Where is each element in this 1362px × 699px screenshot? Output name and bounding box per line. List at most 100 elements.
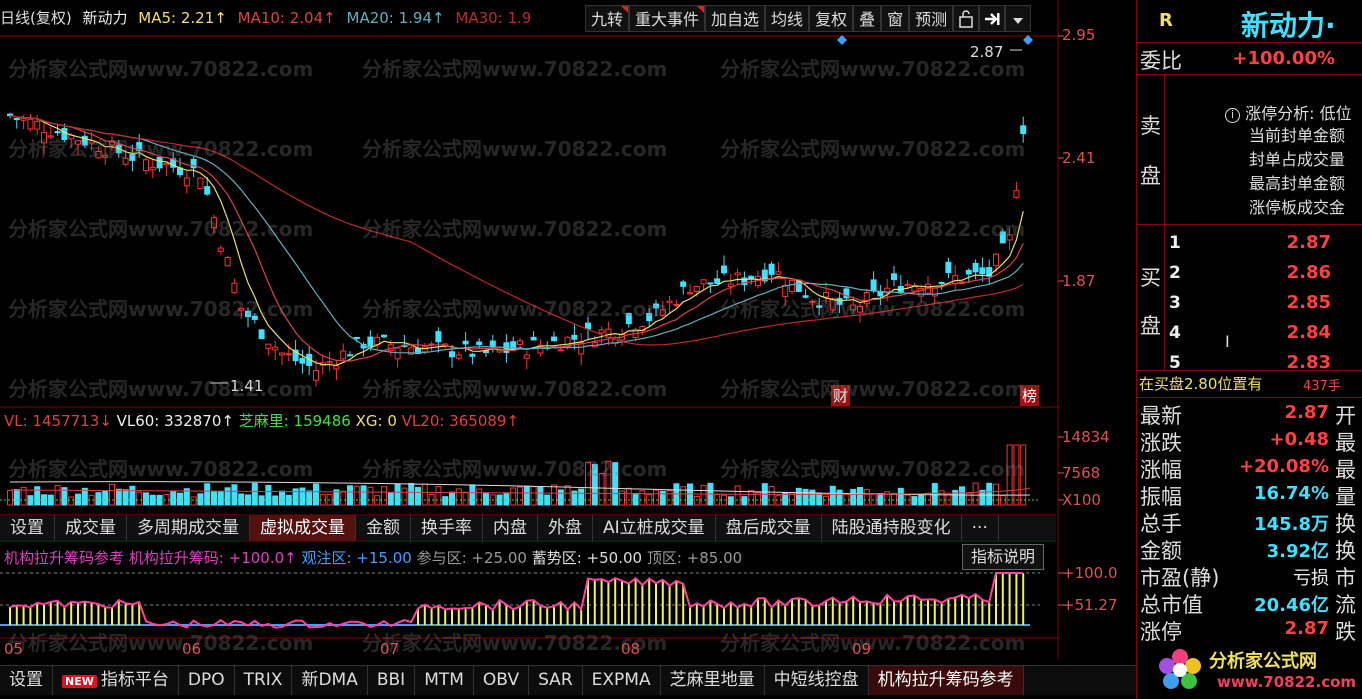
tab2-expma[interactable]: EXPMA — [583, 666, 661, 695]
kline-chart[interactable] — [0, 0, 1136, 699]
tab-settings[interactable]: 设置 — [0, 515, 55, 541]
tab-inner-volume[interactable]: 内盘 — [483, 515, 538, 541]
volume-bar — [687, 483, 693, 506]
candle-body — [714, 278, 721, 284]
tab2-bbi[interactable]: BBI — [368, 666, 416, 695]
volume-bar — [870, 493, 877, 506]
volume-bar — [421, 483, 428, 506]
adjust-button[interactable]: 复权 — [809, 5, 854, 32]
tab-amount[interactable]: 金额 — [356, 515, 411, 541]
candle-body — [272, 346, 279, 351]
tab2-sar[interactable]: SAR — [529, 666, 583, 695]
ma20-label: MA20: 1.94↑ — [346, 9, 445, 27]
dragon-tiger-badge[interactable]: 榜 — [1020, 385, 1040, 406]
volume-bar — [102, 490, 109, 506]
lock-icon[interactable] — [953, 5, 980, 32]
volume-bar — [829, 485, 836, 506]
tab2-low-volume[interactable]: 芝麻里地量 — [661, 666, 765, 695]
tab-turnover[interactable]: 换手率 — [411, 515, 483, 541]
volume-bar — [612, 462, 619, 506]
indicator-help-button[interactable]: 指标说明 — [962, 544, 1045, 570]
volume-bar — [605, 460, 612, 506]
xg-label: XG: 0 — [355, 412, 397, 430]
volume-bar — [265, 484, 272, 506]
price-axis-label: 2.41 — [1062, 149, 1096, 167]
tab2-obv[interactable]: OBV — [474, 666, 530, 695]
tab2-dpo[interactable]: DPO — [179, 666, 235, 695]
candle-body — [809, 300, 816, 303]
volume-bar — [272, 495, 279, 506]
buy-price[interactable]: 2.84 — [1267, 318, 1331, 348]
jiuzhuan-button[interactable]: 九转 — [585, 5, 630, 32]
vl-label: VL: 1457713↓ — [4, 412, 112, 430]
candle-body — [646, 313, 653, 322]
tab-ai-volume[interactable]: AI立桩成交量 — [593, 515, 716, 541]
tab2-control[interactable]: 中短线控盘 — [765, 666, 869, 695]
tab2-institution-chips[interactable]: 机构拉升筹码参考 — [868, 666, 1024, 695]
tab-outer-volume[interactable]: 外盘 — [538, 515, 593, 541]
volume-bar — [476, 488, 483, 506]
volume-bar — [217, 490, 224, 506]
weibi-value: +100.00% — [1232, 48, 1335, 69]
logo-text: 分析家公式网 — [1209, 651, 1317, 672]
tab2-new-dma[interactable]: 新DMA — [292, 666, 368, 695]
volume-indicator-tabs: 设置 成交量 多周期成交量 虚拟成交量 金额 换手率 内盘 外盘 AI立桩成交量… — [0, 514, 1056, 542]
volume-ma-line — [9, 487, 1031, 495]
volume-bar — [211, 491, 217, 506]
add-watchlist-button[interactable]: 加自选 — [705, 5, 766, 32]
volume-bar — [986, 482, 993, 506]
chart-area[interactable]: 日线(复权) 新动力 MA5: 2.21↑ MA10: 2.04↑ MA20: … — [0, 0, 1136, 699]
financial-report-badge[interactable]: 财 — [831, 385, 851, 406]
tab2-trix[interactable]: TRIX — [235, 666, 293, 695]
tab-more[interactable]: ··· — [962, 515, 999, 541]
ma5-line — [9, 115, 1024, 366]
tab-volume[interactable]: 成交量 — [55, 515, 127, 541]
tab-multi-period-volume[interactable]: 多周期成交量 — [127, 515, 250, 541]
pin-arrow-icon[interactable] — [979, 5, 1006, 32]
volume-bar — [129, 485, 136, 506]
price-axis-label: 2.95 — [1062, 26, 1096, 44]
candle-body — [551, 336, 557, 342]
period-label[interactable]: 日线(复权) — [0, 9, 72, 27]
tab-northbound-holding[interactable]: 陆股通持股变化 — [822, 515, 962, 541]
tab2-settings[interactable]: 设置 — [0, 666, 53, 695]
candle-body — [13, 118, 20, 121]
major-events-button[interactable]: 重大事件 — [629, 5, 706, 32]
stat-label: 最新 — [1140, 404, 1182, 428]
buy-level-number: 4 — [1169, 323, 1181, 343]
tab2-indicator-platform[interactable]: NEW 指标平台 — [53, 666, 179, 695]
candle-body — [829, 298, 836, 311]
volume-bar — [13, 489, 20, 506]
candle-body — [707, 282, 714, 285]
forecast-button[interactable]: 预测 — [909, 5, 954, 32]
buy-price[interactable]: 2.85 — [1267, 288, 1331, 318]
buy-price[interactable]: 2.87 — [1267, 228, 1331, 258]
limit-analysis-title[interactable]: i 涨停分析: 低位 — [1225, 100, 1352, 124]
volume-bar — [7, 489, 13, 506]
moving-average-button[interactable]: 均线 — [765, 5, 810, 32]
indicator-watch-zone: 观注区: +15.00 — [301, 549, 412, 567]
stat-label: 市盈(静) — [1140, 566, 1220, 590]
overlay-button[interactable]: 叠 — [853, 5, 882, 32]
volume-bar — [170, 490, 177, 506]
buy-price[interactable]: 2.86 — [1267, 258, 1331, 288]
buy-price[interactable]: 2.83 — [1267, 348, 1331, 378]
stat-value: +20.08% — [1238, 456, 1329, 477]
candle-body — [782, 284, 789, 297]
tab2-label: 指标平台 — [100, 670, 169, 690]
tab-virtual-volume[interactable]: 虚拟成交量 — [250, 515, 356, 541]
tab2-mtm[interactable]: MTM — [415, 666, 474, 695]
volume-bar — [279, 490, 285, 506]
candle-body — [47, 135, 54, 138]
dropdown-icon[interactable] — [1005, 5, 1032, 32]
volume-bar — [435, 485, 442, 506]
stat-label: 金额 — [1140, 539, 1182, 563]
candle-body — [693, 286, 700, 292]
candle-body — [245, 310, 251, 318]
info-icon: i — [1225, 108, 1240, 123]
candle-body — [523, 354, 530, 359]
date-axis: 05 06 07 08 09 — [0, 640, 1060, 660]
volume-bar — [666, 489, 673, 506]
tab-after-hours-volume[interactable]: 盘后成交量 — [716, 515, 822, 541]
window-button[interactable]: 窗 — [881, 5, 910, 32]
